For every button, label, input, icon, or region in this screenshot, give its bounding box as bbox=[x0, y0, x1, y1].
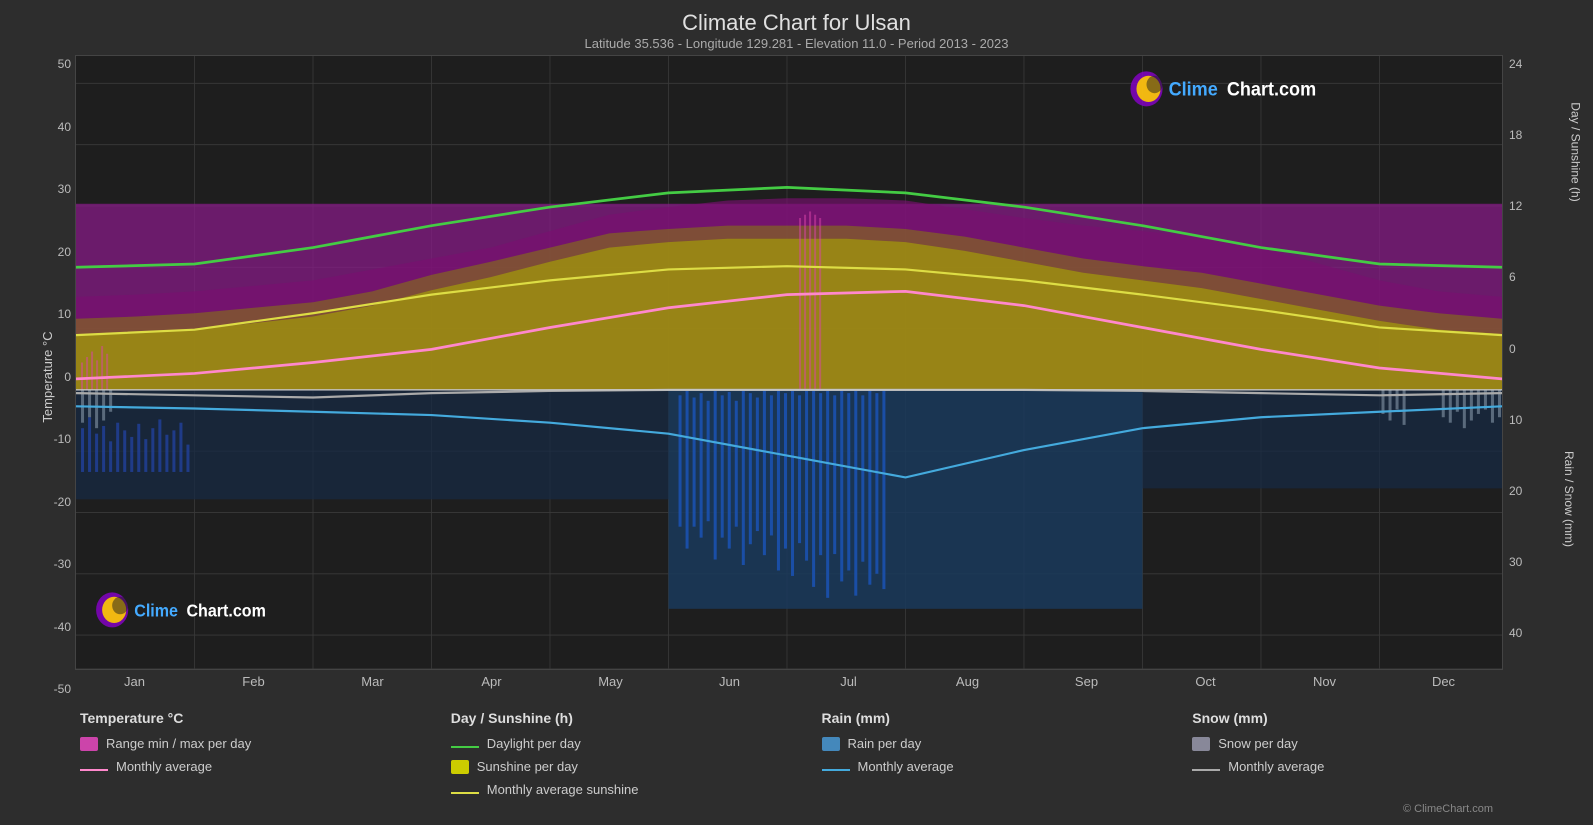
legend-label-daylight: Daylight per day bbox=[487, 736, 581, 751]
legend-line-daylight bbox=[451, 746, 479, 748]
legend-swatch-rain bbox=[822, 737, 840, 751]
y-tick-left-0: 50 bbox=[54, 57, 71, 71]
x-tick-oct: Oct bbox=[1146, 674, 1265, 689]
svg-text:Chart.com: Chart.com bbox=[1227, 79, 1316, 101]
y-tick-left-3: 20 bbox=[54, 245, 71, 259]
y-tick-right-3: 6 bbox=[1509, 270, 1573, 284]
legend-label-snow-bar: Snow per day bbox=[1218, 736, 1298, 751]
y-tick-right-8: 40 bbox=[1509, 626, 1573, 640]
legend-line-rain-avg bbox=[822, 769, 850, 771]
legend-label-temp-avg: Monthly average bbox=[116, 759, 212, 774]
copyright-text: © ClimeChart.com bbox=[20, 803, 1573, 815]
y-tick-right-7: 30 bbox=[1509, 555, 1573, 569]
x-tick-feb: Feb bbox=[194, 674, 313, 689]
legend-line-sunshine-avg bbox=[451, 792, 479, 794]
chart-header: Climate Chart for Ulsan Latitude 35.536 … bbox=[20, 10, 1573, 51]
svg-text:Clime: Clime bbox=[134, 601, 178, 621]
legend-swatch-snow bbox=[1192, 737, 1210, 751]
x-tick-may: May bbox=[551, 674, 670, 689]
x-tick-nov: Nov bbox=[1265, 674, 1384, 689]
y-axis-right-label-sunshine: Day / Sunshine (h) bbox=[1568, 102, 1582, 201]
legend-title-sunshine: Day / Sunshine (h) bbox=[451, 710, 822, 726]
y-axis-right: Day / Sunshine (h) Rain / Snow (mm) 24 1… bbox=[1503, 55, 1573, 698]
x-axis: Jan Feb Mar Apr May Jun Jul Aug Sep Oct … bbox=[75, 670, 1503, 698]
y-tick-right-1: 18 bbox=[1509, 128, 1573, 142]
y-axis-right-ticks: 24 18 12 6 0 10 20 30 40 bbox=[1503, 55, 1573, 642]
legend-col-sunshine: Day / Sunshine (h) Daylight per day Suns… bbox=[451, 710, 822, 797]
legend-label-rain-bar: Rain per day bbox=[848, 736, 922, 751]
y-tick-left-5: 0 bbox=[54, 370, 71, 384]
x-tick-jul: Jul bbox=[789, 674, 908, 689]
plot-area: Clime Chart.com Clime Chart.com bbox=[75, 55, 1503, 670]
y-tick-left-2: 30 bbox=[54, 182, 71, 196]
legend-swatch-temp-range bbox=[80, 737, 98, 751]
x-tick-aug: Aug bbox=[908, 674, 1027, 689]
legend-item-temp-range: Range min / max per day bbox=[80, 736, 451, 751]
y-tick-right-2: 12 bbox=[1509, 199, 1573, 213]
x-tick-jan: Jan bbox=[75, 674, 194, 689]
chart-middle: Clime Chart.com Clime Chart.com Jan bbox=[75, 55, 1503, 698]
legend-item-rain-bar: Rain per day bbox=[822, 736, 1193, 751]
y-tick-right-0: 24 bbox=[1509, 57, 1573, 71]
y-tick-right-4: 0 bbox=[1509, 342, 1573, 356]
legend-label-snow-avg: Monthly average bbox=[1228, 759, 1324, 774]
y-tick-left-6: -10 bbox=[54, 432, 71, 446]
x-tick-jun: Jun bbox=[670, 674, 789, 689]
chart-svg: Clime Chart.com Clime Chart.com bbox=[76, 56, 1502, 669]
legend-label-sunshine-bar: Sunshine per day bbox=[477, 759, 578, 774]
legend-item-daylight: Daylight per day bbox=[451, 736, 822, 751]
legend-col-rain: Rain (mm) Rain per day Monthly average bbox=[822, 710, 1193, 797]
y-axis-left: Temperature °C 50 40 30 20 10 0 -10 -20 … bbox=[20, 55, 75, 698]
chart-area: Temperature °C 50 40 30 20 10 0 -10 -20 … bbox=[20, 55, 1573, 698]
legend-item-sunshine-bar: Sunshine per day bbox=[451, 759, 822, 774]
svg-text:Clime: Clime bbox=[1169, 79, 1218, 101]
legend-label-sunshine-avg: Monthly average sunshine bbox=[487, 782, 639, 797]
y-axis-left-label: Temperature °C bbox=[40, 331, 55, 422]
x-tick-mar: Mar bbox=[313, 674, 432, 689]
chart-title: Climate Chart for Ulsan bbox=[20, 10, 1573, 36]
legend-item-snow-bar: Snow per day bbox=[1192, 736, 1563, 751]
y-tick-left-9: -40 bbox=[54, 620, 71, 634]
y-tick-left-7: -20 bbox=[54, 495, 71, 509]
legend-title-temperature: Temperature °C bbox=[80, 710, 451, 726]
legend-label-rain-avg: Monthly average bbox=[858, 759, 954, 774]
y-axis-right-label-rain: Rain / Snow (mm) bbox=[1562, 451, 1576, 547]
x-tick-apr: Apr bbox=[432, 674, 551, 689]
chart-subtitle: Latitude 35.536 - Longitude 129.281 - El… bbox=[20, 36, 1573, 51]
legend-title-snow: Snow (mm) bbox=[1192, 710, 1563, 726]
legend-item-rain-avg: Monthly average bbox=[822, 759, 1193, 774]
legend-swatch-sunshine bbox=[451, 760, 469, 774]
x-tick-dec: Dec bbox=[1384, 674, 1503, 689]
y-tick-left-10: -50 bbox=[54, 682, 71, 696]
legend-line-temp-avg bbox=[80, 769, 108, 771]
legend-line-snow-avg bbox=[1192, 769, 1220, 771]
legend-item-temp-avg: Monthly average bbox=[80, 759, 451, 774]
legend-col-snow: Snow (mm) Snow per day Monthly average bbox=[1192, 710, 1563, 797]
legend-item-sunshine-avg: Monthly average sunshine bbox=[451, 782, 822, 797]
legend-area: Temperature °C Range min / max per day M… bbox=[20, 698, 1573, 801]
y-tick-left-1: 40 bbox=[54, 120, 71, 134]
legend-label-temp-range: Range min / max per day bbox=[106, 736, 251, 751]
y-tick-right-5: 10 bbox=[1509, 413, 1573, 427]
y-tick-left-8: -30 bbox=[54, 557, 71, 571]
y-tick-left-4: 10 bbox=[54, 307, 71, 321]
y-axis-left-ticks: 50 40 30 20 10 0 -10 -20 -30 -40 -50 bbox=[54, 55, 75, 698]
x-tick-sep: Sep bbox=[1027, 674, 1146, 689]
main-container: Climate Chart for Ulsan Latitude 35.536 … bbox=[0, 0, 1593, 825]
svg-text:Chart.com: Chart.com bbox=[186, 601, 265, 621]
legend-item-snow-avg: Monthly average bbox=[1192, 759, 1563, 774]
legend-title-rain: Rain (mm) bbox=[822, 710, 1193, 726]
legend-col-temperature: Temperature °C Range min / max per day M… bbox=[80, 710, 451, 797]
